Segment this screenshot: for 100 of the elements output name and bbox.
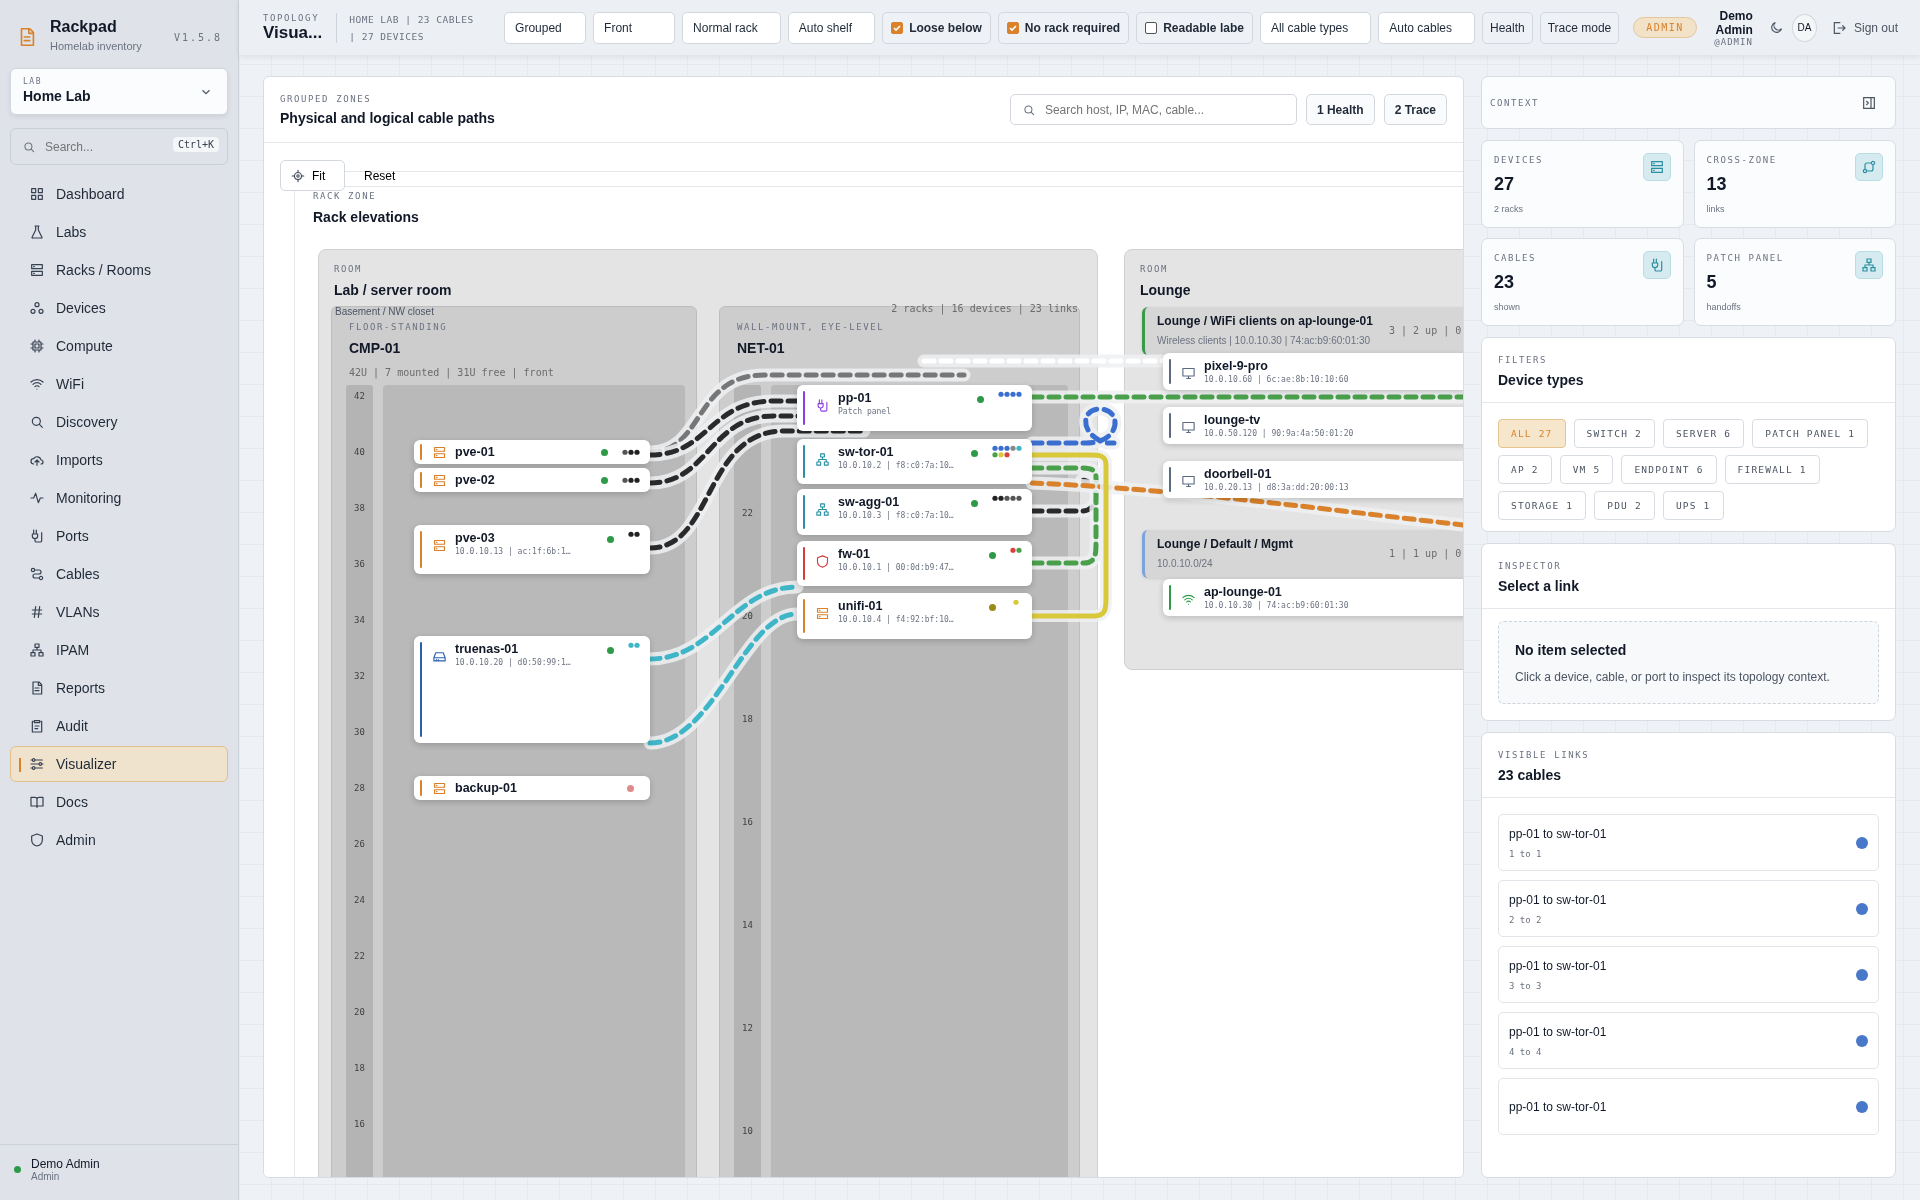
nav-item[interactable]: Visualizer	[10, 746, 228, 782]
stat-value: 5	[1706, 272, 1718, 293]
role-badge: ADMIN	[1633, 17, 1697, 38]
lab-select[interactable]: LAB Home Lab	[10, 68, 228, 115]
nav-item[interactable]: Admin	[10, 822, 228, 858]
empty-title: No item selected	[1515, 642, 1628, 658]
link-item[interactable]: pp-01 to sw-tor-01 4 to 4	[1498, 1012, 1879, 1069]
nav-item[interactable]: Compute	[10, 328, 228, 364]
filter-chip[interactable]: STORAGE 1	[1498, 491, 1587, 520]
nav-item[interactable]: Audit	[10, 708, 228, 744]
nav-item[interactable]: Dashboard	[10, 176, 228, 212]
device-card[interactable]: unifi-01 10.0.10.4 | f4:92:bf:10…	[797, 593, 1032, 639]
device-name: fw-01	[838, 547, 871, 561]
select-field[interactable]: Auto shelf	[787, 11, 876, 44]
select-field[interactable]: Grouped	[504, 11, 587, 44]
action-button[interactable]: 1 Health	[1305, 94, 1375, 125]
panel-title: Physical and logical cable paths	[280, 109, 495, 126]
group-subtitle: 10.0.10.0/24	[1157, 558, 1213, 569]
device-card[interactable]: backup-01	[414, 776, 650, 800]
device-card[interactable]: pve-01	[414, 440, 650, 464]
user-avatar[interactable]: DA	[1791, 13, 1817, 42]
moon-icon[interactable]	[1768, 19, 1784, 36]
nav-item[interactable]: Docs	[10, 784, 228, 820]
device-card[interactable]: sw-tor-01 10.0.10.2 | f8:c0:7a:10…	[797, 439, 1032, 484]
link-item[interactable]: pp-01 to sw-tor-01 2 to 2	[1498, 880, 1879, 937]
link-item[interactable]: pp-01 to sw-tor-01 1 to 1	[1498, 814, 1879, 871]
device-card[interactable]: pixel-9-pro 10.0.10.60 | 6c:ae:8b:10:10:60	[1163, 353, 1463, 390]
device-card[interactable]: pve-03 10.0.10.13 | ac:1f:6b:1…	[414, 525, 650, 574]
nav-item[interactable]: IPAM	[10, 632, 228, 668]
checkbox[interactable]	[1145, 21, 1158, 34]
device-card[interactable]: sw-agg-01 10.0.10.3 | f8:c0:7a:10…	[797, 489, 1032, 535]
fit-button[interactable]: Fit	[280, 160, 345, 191]
reset-button[interactable]: Reset	[358, 165, 402, 187]
filter-chip[interactable]: SWITCH 2	[1573, 419, 1655, 448]
drive-icon	[432, 649, 447, 664]
device-card[interactable]: fw-01 10.0.10.1 | 00:0d:b9:47…	[797, 541, 1032, 586]
nav-item[interactable]: Labs	[10, 214, 228, 250]
filter-chip[interactable]: PATCH PANEL 1	[1752, 419, 1869, 448]
collapse-panel-icon[interactable]	[1861, 94, 1877, 111]
toolbar-button[interactable]: Health	[1482, 11, 1533, 44]
shortcut-hint: Ctrl+K	[172, 137, 219, 152]
nav-item[interactable]: Devices	[10, 290, 228, 326]
toolbar-button[interactable]: Trace mode	[1539, 11, 1620, 44]
device-card[interactable]: pve-02	[414, 468, 650, 492]
device-card[interactable]: pp-01 Patch panel	[797, 385, 1032, 431]
device-detail: 10.0.10.20 | d0:50:99:1…	[455, 658, 572, 667]
port-dots-icon	[628, 531, 640, 538]
checkbox[interactable]	[1006, 21, 1019, 34]
checkbox-toggle[interactable]: No rack required	[997, 11, 1130, 44]
filter-chip[interactable]: PDU 2	[1594, 491, 1655, 520]
link-item[interactable]: pp-01 to sw-tor-01	[1498, 1078, 1879, 1135]
checkbox-label: Readable labe	[1163, 20, 1244, 35]
plug-icon	[1642, 251, 1671, 279]
device-detail: 10.0.10.1 | 00:0d:b9:47…	[838, 563, 955, 572]
port-dots-icon	[622, 448, 640, 456]
nav-item[interactable]: Reports	[10, 670, 228, 706]
nav-item[interactable]: Racks / Rooms	[10, 252, 228, 288]
nav-item[interactable]: WiFi	[10, 366, 228, 402]
nav-item[interactable]: Discovery	[10, 404, 228, 440]
sliders-icon	[29, 756, 45, 772]
room-stats: 2 racks | 16 devices | 23 links	[891, 303, 1078, 314]
unit-number: 40	[353, 447, 366, 457]
port-dots-icon	[1010, 547, 1022, 554]
filter-chip[interactable]: FIREWALL 1	[1724, 455, 1820, 484]
checkbox[interactable]	[891, 21, 904, 34]
user-role: Admin	[31, 1171, 61, 1182]
filter-chip[interactable]: UPS 1	[1662, 491, 1724, 520]
select-field[interactable]: All cable types	[1259, 11, 1372, 44]
action-button[interactable]: 2 Trace	[1383, 94, 1447, 125]
device-card[interactable]: doorbell-01 10.0.20.13 | d8:3a:dd:20:00:13	[1163, 461, 1463, 498]
nav-item[interactable]: Monitoring	[10, 480, 228, 516]
link-item[interactable]: pp-01 to sw-tor-01 3 to 3	[1498, 946, 1879, 1003]
port-dots-icon	[992, 495, 1022, 502]
stat-note: handoffs	[1706, 302, 1742, 312]
filter-chip[interactable]: SERVER 6	[1662, 419, 1745, 448]
checkbox-toggle[interactable]: Readable labe	[1136, 11, 1253, 44]
unit-number: 42	[353, 391, 366, 401]
device-card[interactable]: ap-lounge-01 10.0.10.30 | 74:ac:b9:60:01:30	[1163, 579, 1463, 616]
server-icon	[29, 262, 45, 278]
nav-item[interactable]: VLANs	[10, 594, 228, 630]
select-field[interactable]: Normal rack	[682, 11, 781, 44]
device-card[interactable]: lounge-tv 10.0.50.120 | 90:9a:4a:50:01:20	[1163, 407, 1463, 444]
nav-item[interactable]: Imports	[10, 442, 228, 478]
device-name: pve-01	[455, 445, 496, 459]
section-title: 23 cables	[1498, 767, 1563, 783]
search-field[interactable]: Search host, IP, MAC, cable...	[1009, 94, 1297, 125]
section-label: GROUPED ZONES	[280, 93, 373, 104]
nav-item[interactable]: Cables	[10, 556, 228, 592]
select-field[interactable]: Auto cables	[1378, 11, 1475, 44]
unit-number: 16	[353, 1119, 366, 1129]
filter-chip[interactable]: ENDPOINT 6	[1621, 455, 1717, 484]
device-card[interactable]: truenas-01 10.0.10.20 | d0:50:99:1…	[414, 636, 650, 743]
checkbox-toggle[interactable]: Loose below	[882, 11, 991, 44]
network-icon	[1855, 251, 1883, 279]
filter-chip[interactable]: VM 5	[1559, 455, 1614, 484]
nav-item[interactable]: Ports	[10, 518, 228, 554]
filter-chip[interactable]: AP 2	[1498, 455, 1552, 484]
sign-out-button[interactable]: Sign out	[1824, 18, 1904, 37]
select-field[interactable]: Front	[593, 11, 676, 44]
grid-icon	[29, 186, 45, 202]
